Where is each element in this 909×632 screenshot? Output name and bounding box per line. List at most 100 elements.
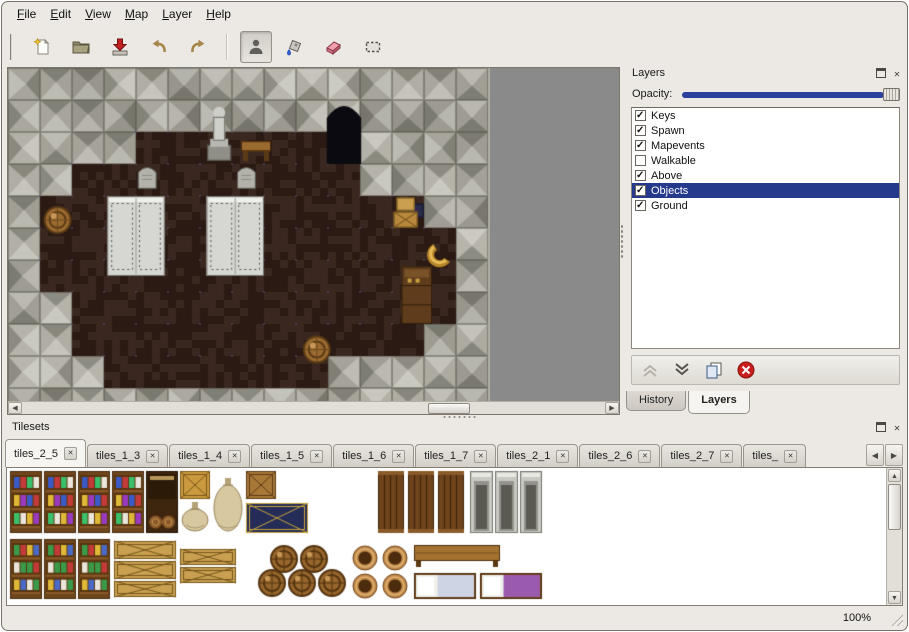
layer-row-spawn[interactable]: ✓ Spawn — [632, 123, 899, 138]
menu-edit[interactable]: Edit — [43, 4, 78, 24]
layer-row-objects[interactable]: ✓ Objects — [632, 183, 899, 198]
check-icon: ✓ — [636, 141, 644, 151]
undo-button[interactable] — [143, 31, 175, 63]
float-panel-icon[interactable] — [875, 68, 887, 80]
opacity-slider[interactable] — [682, 87, 900, 102]
opacity-label: Opacity: — [632, 88, 682, 100]
toolbar-grip[interactable] — [10, 34, 15, 60]
close-panel-icon[interactable]: ✕ — [891, 68, 903, 80]
layer-label: Above — [651, 170, 682, 182]
tileset-tab-tiles_2_6[interactable]: tiles_2_6 ✕ — [579, 444, 660, 467]
menu-bar: File Edit View Map Layer Help — [2, 2, 907, 26]
tab-close-icon[interactable]: ✕ — [474, 450, 487, 463]
tilesets-panel-title: Tilesets ✕ — [2, 421, 907, 437]
menu-view[interactable]: View — [78, 4, 118, 24]
opacity-slider-handle[interactable] — [883, 88, 900, 101]
scroll-up-button[interactable]: ▲ — [888, 469, 901, 482]
tab-close-icon[interactable]: ✕ — [228, 450, 241, 463]
tileset-tab-tiles_2_1[interactable]: tiles_2_1 ✕ — [497, 444, 578, 467]
tab-history[interactable]: History — [626, 391, 686, 411]
check-icon: ✓ — [636, 201, 644, 211]
chevrons-down-icon — [672, 360, 692, 380]
eraser-icon — [324, 37, 344, 57]
tab-close-icon[interactable]: ✕ — [784, 450, 797, 463]
tab-scroll-buttons: ◀ ▶ — [866, 444, 903, 466]
tileset-tab-tiles_2_7[interactable]: tiles_2_7 ✕ — [661, 444, 742, 467]
delete-icon — [736, 360, 756, 380]
tileset-vertical-scrollbar[interactable]: ▲ ▼ — [886, 468, 902, 605]
redo-button[interactable] — [182, 31, 214, 63]
tilesets-panel: Tilesets ✕ tiles_2_5 ✕ tiles_1_3 ✕ tiles… — [2, 419, 907, 608]
map-horizontal-scrollbar[interactable]: ◀ ▶ — [8, 401, 619, 414]
selection-marquee-icon — [363, 37, 383, 57]
layer-checkbox[interactable]: ✓ — [635, 200, 646, 211]
delete-layer-button[interactable] — [734, 358, 758, 382]
tileset-canvas[interactable] — [8, 469, 544, 605]
float-panel-icon[interactable] — [875, 422, 887, 434]
menu-layer[interactable]: Layer — [155, 4, 199, 24]
layer-checkbox[interactable]: ✓ — [635, 140, 646, 151]
layer-row-above[interactable]: ✓ Above — [632, 168, 899, 183]
new-document-icon — [32, 37, 52, 57]
save-button[interactable] — [104, 31, 136, 63]
scrollbar-thumb[interactable] — [428, 403, 470, 414]
check-icon: ✓ — [636, 111, 644, 121]
layer-checkbox[interactable] — [635, 155, 646, 166]
tileset-tab-clipped[interactable]: tiles_ ✕ — [743, 444, 806, 467]
save-icon — [110, 37, 130, 57]
new-map-button[interactable] — [26, 31, 58, 63]
tileset-tab-tiles_1_7[interactable]: tiles_1_7 ✕ — [415, 444, 496, 467]
tileset-tab-tiles_1_5[interactable]: tiles_1_5 ✕ — [251, 444, 332, 467]
layer-checkbox[interactable]: ✓ — [635, 185, 646, 196]
open-button[interactable] — [65, 31, 97, 63]
stamp-tool-button[interactable] — [240, 31, 272, 63]
check-icon: ✓ — [636, 126, 644, 136]
layers-panel-title: Layers ✕ — [624, 67, 907, 83]
map-canvas[interactable] — [8, 68, 490, 401]
menu-help[interactable]: Help — [199, 4, 238, 24]
tileset-tab-tiles_1_6[interactable]: tiles_1_6 ✕ — [333, 444, 414, 467]
resize-grip-icon[interactable] — [890, 613, 903, 626]
scroll-right-button[interactable]: ▶ — [605, 402, 619, 414]
tileset-tab-label: tiles_1_5 — [260, 450, 304, 462]
tab-close-icon[interactable]: ✕ — [392, 450, 405, 463]
tileset-tab-tiles_1_4[interactable]: tiles_1_4 ✕ — [169, 444, 250, 467]
layer-checkbox[interactable]: ✓ — [635, 110, 646, 121]
close-panel-icon[interactable]: ✕ — [891, 422, 903, 434]
scroll-down-button[interactable]: ▼ — [888, 591, 901, 604]
lower-layer-button[interactable] — [670, 358, 694, 382]
tab-close-icon[interactable]: ✕ — [720, 450, 733, 463]
fill-tool-button[interactable] — [279, 31, 311, 63]
layer-row-keys[interactable]: ✓ Keys — [632, 108, 899, 123]
menu-map[interactable]: Map — [118, 4, 155, 24]
tab-close-icon[interactable]: ✕ — [556, 450, 569, 463]
layer-checkbox[interactable]: ✓ — [635, 125, 646, 136]
scrollbar-thumb[interactable] — [888, 484, 901, 530]
raise-layer-button[interactable] — [638, 358, 662, 382]
tab-scroll-right-button[interactable]: ▶ — [885, 444, 903, 466]
tab-scroll-left-button[interactable]: ◀ — [866, 444, 884, 466]
tab-layers[interactable]: Layers — [688, 391, 749, 414]
tab-close-icon[interactable]: ✕ — [64, 447, 77, 460]
tileset-tab-tiles_1_3[interactable]: tiles_1_3 ✕ — [87, 444, 168, 467]
layer-checkbox[interactable]: ✓ — [635, 170, 646, 181]
tab-close-icon[interactable]: ✕ — [638, 450, 651, 463]
layer-row-ground[interactable]: ✓ Ground — [632, 198, 899, 213]
eraser-tool-button[interactable] — [318, 31, 350, 63]
layer-buttons-bar — [631, 355, 900, 385]
tab-close-icon[interactable]: ✕ — [146, 450, 159, 463]
duplicate-layer-button[interactable] — [702, 358, 726, 382]
layer-row-walkable[interactable]: Walkable — [632, 153, 899, 168]
select-tool-button[interactable] — [357, 31, 389, 63]
tileset-tab-tiles_2_5[interactable]: tiles_2_5 ✕ — [5, 439, 86, 467]
scroll-left-button[interactable]: ◀ — [8, 402, 22, 414]
tab-close-icon[interactable]: ✕ — [310, 450, 323, 463]
layer-label: Objects — [651, 185, 688, 197]
layer-label: Keys — [651, 110, 675, 122]
panel-title-text: Layers — [632, 67, 665, 79]
tileset-tab-label: tiles_2_7 — [670, 450, 714, 462]
layer-row-mapevents[interactable]: ✓ Mapevents — [632, 138, 899, 153]
menu-file[interactable]: File — [10, 4, 43, 24]
tileset-tab-label: tiles_1_4 — [178, 450, 222, 462]
tileset-tab-label: tiles_1_7 — [424, 450, 468, 462]
